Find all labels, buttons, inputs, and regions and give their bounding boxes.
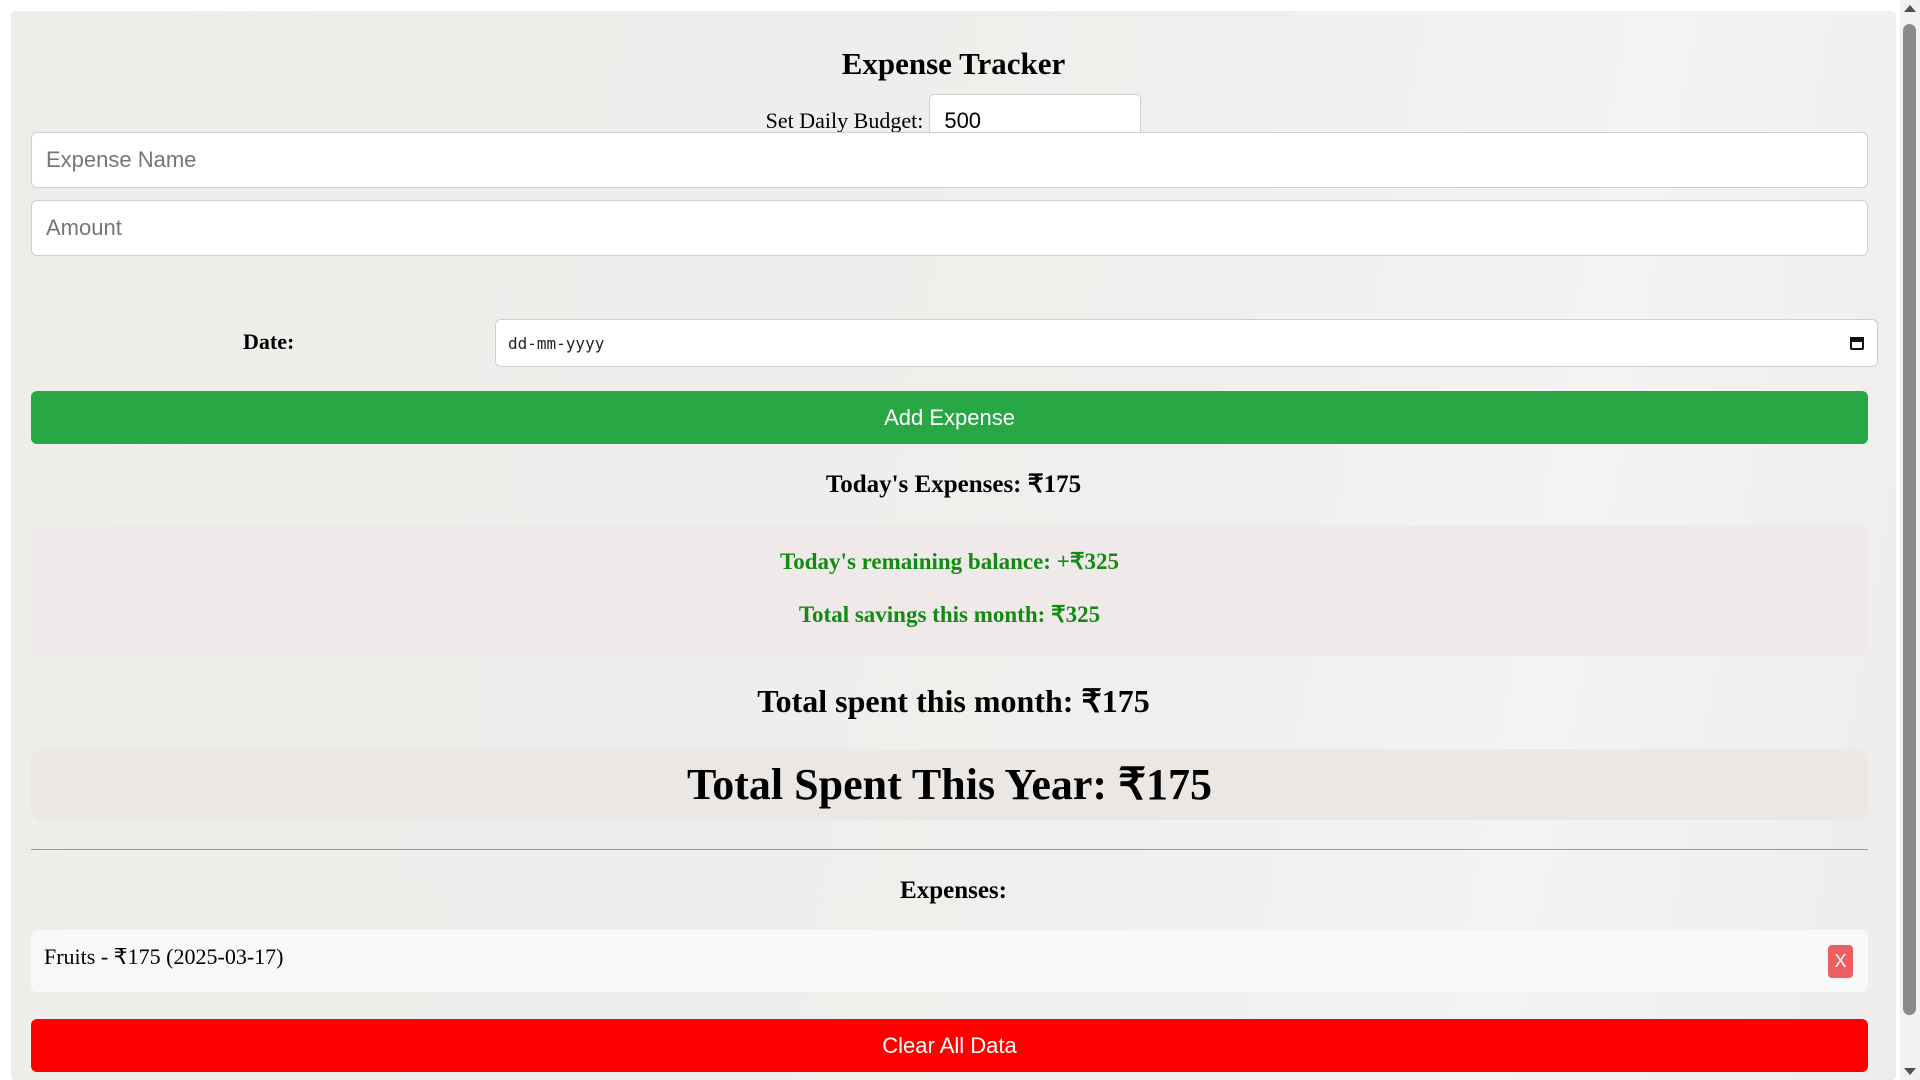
vertical-scrollbar[interactable] (1900, 0, 1920, 1080)
expenses-heading: Expenses: (900, 877, 1007, 904)
expense-list: Fruits - ₹175 (2025-03-17) X (31, 930, 1868, 992)
calendar-icon[interactable] (1849, 335, 1865, 351)
divider (31, 849, 1868, 850)
expense-tracker-card: Expense Tracker Set Daily Budget: Date: … (11, 11, 1896, 1080)
page-title: Expense Tracker (841, 46, 1066, 81)
expense-item-text: Fruits - ₹175 (2025-03-17) (44, 944, 284, 969)
year-spent-box: Total Spent This Year: ₹175 (31, 749, 1868, 820)
amount-input[interactable] (31, 200, 1868, 256)
date-input[interactable]: dd-mm-yyyy (495, 319, 1878, 367)
year-spent: Total Spent This Year: ₹175 (686, 760, 1213, 809)
expense-name-input[interactable] (31, 132, 1868, 188)
list-item: Fruits - ₹175 (2025-03-17) X (31, 930, 1868, 992)
date-placeholder: dd-mm-yyyy (508, 333, 605, 353)
date-label: Date: (243, 329, 295, 354)
month-savings: Total savings this month: ₹325 (798, 602, 1101, 627)
month-spent: Total spent this month: ₹175 (757, 683, 1150, 719)
add-expense-button[interactable]: Add Expense (31, 391, 1868, 444)
page: Expense Tracker Set Daily Budget: Date: … (0, 0, 1900, 1080)
today-expenses: Today's Expenses: ₹175 (825, 471, 1082, 498)
clear-all-data-button[interactable]: Clear All Data (31, 1019, 1868, 1072)
scroll-up-arrow-icon[interactable] (1904, 5, 1916, 12)
scrollbar-thumb[interactable] (1903, 24, 1916, 1015)
remaining-balance: Today's remaining balance: +₹325 (780, 549, 1119, 574)
balance-box: Today's remaining balance: +₹325 Total s… (31, 525, 1868, 656)
scroll-down-arrow-icon[interactable] (1904, 1068, 1916, 1075)
delete-expense-button[interactable]: X (1828, 945, 1853, 978)
budget-label: Set Daily Budget: (765, 108, 924, 133)
